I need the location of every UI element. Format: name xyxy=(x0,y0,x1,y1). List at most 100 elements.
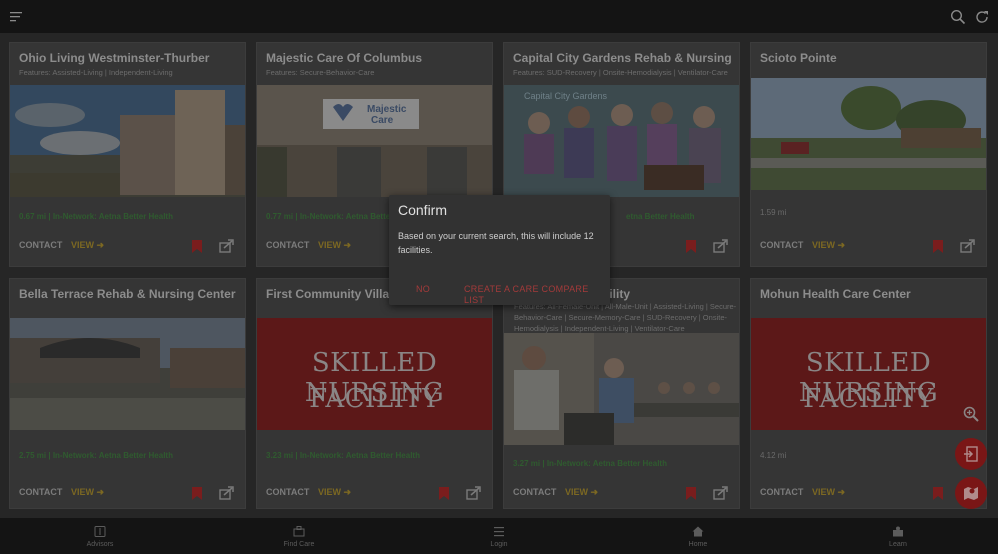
contact-button[interactable]: CONTACT xyxy=(19,487,62,497)
sign-text: Majestic xyxy=(367,104,407,115)
share-icon[interactable] xyxy=(219,239,234,253)
view-button[interactable]: VIEW ➜ xyxy=(812,487,845,498)
bookmark-icon[interactable] xyxy=(192,240,202,253)
contact-button[interactable]: CONTACT xyxy=(760,240,803,250)
advisors-icon xyxy=(94,526,106,537)
confirm-dialog: Confirm Based on your current search, th… xyxy=(389,195,610,305)
photo-caption: Capital City Gardens xyxy=(524,91,608,101)
share-icon[interactable] xyxy=(960,239,975,253)
export-list-button[interactable] xyxy=(955,438,987,470)
facility-photo xyxy=(10,318,245,430)
card-actions: CONTACT VIEW ➜ xyxy=(513,486,735,501)
card-actions: CONTACT VIEW ➜ xyxy=(760,239,982,254)
facility-card[interactable]: Bella Terrace Rehab & Nursing Center 2.7… xyxy=(9,278,246,509)
distance-network: 2.75 mi | In-Network: Aetna Better Healt… xyxy=(19,451,173,460)
bookmark-icon[interactable] xyxy=(686,487,696,500)
facility-card[interactable]: Mohun Health Care Center SKILLED NURSING… xyxy=(750,278,987,509)
nav-label: Login xyxy=(490,541,508,548)
menu-icon[interactable] xyxy=(8,8,26,26)
bookmark-icon[interactable] xyxy=(439,487,449,500)
facility-card[interactable]: First Community Village SKILLED NURSING … xyxy=(256,278,493,509)
share-icon[interactable] xyxy=(713,239,728,253)
nav-login[interactable]: Login xyxy=(439,518,559,554)
login-icon xyxy=(494,527,504,537)
facility-name: Majestic Care Of Columbus xyxy=(266,51,423,65)
distance-network: 3.27 mi | In-Network: Aetna Better Healt… xyxy=(513,459,667,468)
top-bar xyxy=(0,0,998,33)
nav-label: Home xyxy=(688,541,708,548)
distance: 1.59 mi xyxy=(760,208,787,217)
card-actions: CONTACT VIEW ➜ xyxy=(760,487,982,501)
facility-name: Ohio Living Westminster-Thurber xyxy=(19,51,210,65)
card-actions: CONTACT VIEW ➜ xyxy=(19,486,241,501)
map-icon xyxy=(964,487,978,500)
bookmark-icon[interactable] xyxy=(933,240,943,253)
nav-label: Learn xyxy=(889,541,907,548)
distance-network: 0.67 mi | In-Network: Aetna Better Healt… xyxy=(19,212,173,221)
contact-button[interactable]: CONTACT xyxy=(266,487,309,497)
search-icon[interactable] xyxy=(949,8,967,26)
facility-photo: Capital City Gardens xyxy=(504,85,739,197)
share-icon[interactable] xyxy=(219,486,234,500)
nav-learn[interactable]: Learn xyxy=(838,518,958,554)
view-button[interactable]: VIEW ➜ xyxy=(318,240,351,251)
nav-label: Find Care xyxy=(283,541,315,548)
view-button[interactable]: VIEW ➜ xyxy=(812,240,845,251)
facility-photo: Majestic Care xyxy=(257,85,492,197)
export-list-icon xyxy=(964,446,978,462)
share-icon[interactable] xyxy=(466,486,481,500)
facility-card[interactable]: Ohio Living Westminster-Thurber Features… xyxy=(9,42,246,267)
nav-home[interactable]: Home xyxy=(638,518,758,554)
view-button[interactable]: VIEW ➜ xyxy=(318,487,351,498)
facility-features: Features: Secure-Behavior-Care xyxy=(266,68,375,77)
bottom-nav: Advisors Find Care Login Home Learn xyxy=(0,518,998,554)
bookmark-icon[interactable] xyxy=(933,487,943,500)
contact-button[interactable]: CONTACT xyxy=(513,487,556,497)
card-actions: CONTACT VIEW ➜ xyxy=(19,239,241,254)
facility-photo xyxy=(10,85,245,197)
facility-name: Capital City Gardens Rehab & Nursing Ce xyxy=(513,51,733,65)
nav-label: Advisors xyxy=(86,541,114,548)
facility-name: acility xyxy=(596,287,631,301)
bookmark-icon[interactable] xyxy=(686,240,696,253)
nav-advisors[interactable]: Advisors xyxy=(40,518,160,554)
zoom-in-icon[interactable] xyxy=(963,406,979,422)
dialog-message: Based on your current search, this will … xyxy=(398,231,594,255)
map-view-button[interactable] xyxy=(955,477,987,509)
facility-features: Features: SUD-Recovery | Onsite-Hemodial… xyxy=(513,68,728,77)
no-button[interactable]: NO xyxy=(416,284,430,294)
contact-button[interactable]: CONTACT xyxy=(19,240,62,250)
facility-name: Bella Terrace Rehab & Nursing Center xyxy=(19,287,236,301)
distance-network: 3.23 mi | In-Network: Aetna Better Healt… xyxy=(266,451,420,460)
facility-name: Scioto Pointe xyxy=(760,51,837,65)
view-button[interactable]: VIEW ➜ xyxy=(71,240,104,251)
view-button[interactable]: VIEW ➜ xyxy=(71,487,104,498)
contact-button[interactable]: CONTACT xyxy=(266,240,309,250)
card-actions: CONTACT VIEW ➜ xyxy=(266,486,488,501)
home-icon xyxy=(692,526,704,537)
facility-photo xyxy=(504,333,739,445)
facility-photo: SKILLED NURSING FACILITY xyxy=(257,318,492,430)
learn-icon xyxy=(893,526,903,537)
facility-card[interactable]: Scioto Pointe 1.59 mi CONTACT VIEW ➜ xyxy=(750,42,987,267)
view-button[interactable]: VIEW ➜ xyxy=(565,487,598,498)
distance: 4.12 mi xyxy=(760,451,787,460)
create-care-compare-list-button[interactable]: CREATE A CARE COMPARE LIST xyxy=(464,284,594,306)
facility-features: Features: Assisted-Living | Independent-… xyxy=(19,68,173,77)
sign-text: Care xyxy=(371,115,394,126)
nav-find-care[interactable]: Find Care xyxy=(239,518,359,554)
bookmark-icon[interactable] xyxy=(192,487,202,500)
facility-name: Mohun Health Care Center xyxy=(760,287,911,301)
contact-button[interactable]: CONTACT xyxy=(760,487,803,497)
dialog-title: Confirm xyxy=(398,202,448,218)
distance-network: etna Better Health xyxy=(626,212,695,221)
find-care-icon xyxy=(293,526,305,537)
photo-caption: FACILITY xyxy=(309,384,440,414)
features-line: Behavior-Care | Secure-Memory-Care | SUD… xyxy=(514,313,727,322)
facility-card[interactable]: acility Features: All-Female-Unit | All-… xyxy=(503,278,740,509)
refresh-icon[interactable] xyxy=(973,8,991,26)
facility-photo: SKILLED NURSING FACILITY xyxy=(751,318,986,430)
photo-caption: FACILITY xyxy=(803,384,934,414)
facility-photo xyxy=(751,78,986,190)
share-icon[interactable] xyxy=(713,486,728,500)
